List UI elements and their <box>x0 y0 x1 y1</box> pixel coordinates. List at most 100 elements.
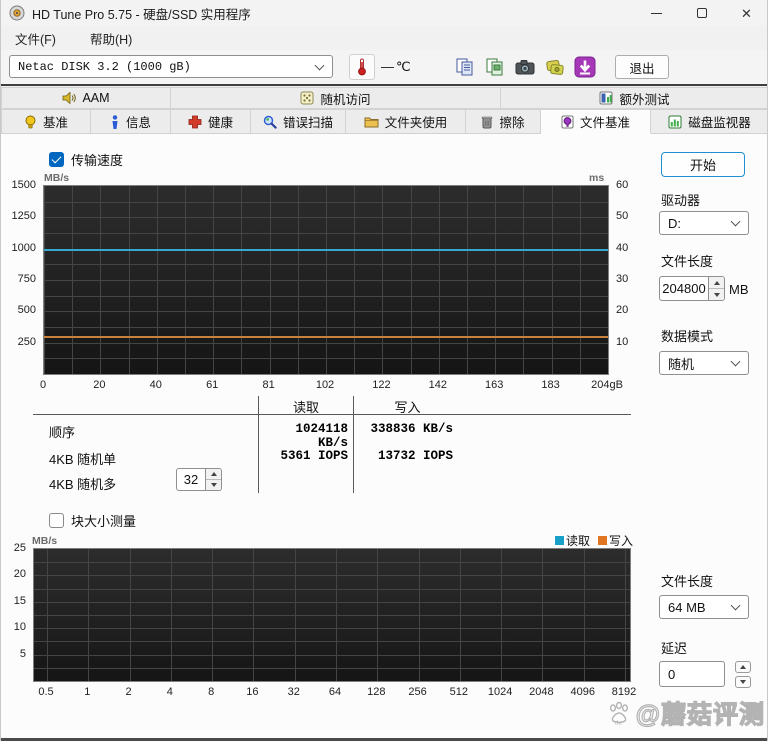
gridline <box>34 654 630 656</box>
axis-tick: 20 <box>13 568 26 581</box>
tab-aam[interactable]: AAM <box>1 87 171 109</box>
app-window: HD Tune Pro 5.75 - 硬盘/SSD 实用程序 ✕ 文件(F) 帮… <box>0 0 768 741</box>
gridline <box>128 186 130 374</box>
tab-disk-monitor[interactable]: 磁盘监视器 <box>651 109 767 134</box>
drive-dropdown[interactable]: D: <box>659 211 749 235</box>
drive-label: 驱动器 <box>661 193 701 208</box>
toolbar: Netac DISK 3.2 (1000 gB) —℃ 退出 <box>1 50 767 84</box>
extra-test-icon <box>599 91 613 105</box>
download-icon <box>574 56 596 78</box>
block-size-checkbox-row: 块大小测量 <box>49 511 136 530</box>
delay-input[interactable]: 0 <box>659 661 725 687</box>
copy-image-button[interactable] <box>483 55 507 79</box>
copy-text-icon <box>456 58 473 76</box>
queue-depth-stepper[interactable]: 32 <box>176 468 222 491</box>
chart2-y-axis-title: MB/s <box>32 535 58 547</box>
block-file-length-dropdown[interactable]: 64 MB <box>659 595 749 619</box>
gridline <box>297 186 299 374</box>
axis-tick: 122 <box>372 379 391 391</box>
file-benchmark-panel: 传输速度 MB/s ms 1500 1250 1000 750 500 250 60 50 4… <box>1 134 767 738</box>
sequential-write-value: 338836 KB/s <box>370 422 453 436</box>
axis-tick: 163 <box>485 379 504 391</box>
axis-tick: 10 <box>616 335 629 348</box>
delay-label: 延迟 <box>661 641 688 656</box>
error-scan-icon <box>263 115 277 129</box>
file-length-up-button[interactable] <box>709 277 724 288</box>
axis-tick: 250 <box>17 335 36 348</box>
random-single-read-value: 5361 IOPS <box>280 449 348 463</box>
axis-tick: 512 <box>449 686 469 698</box>
delay-down-button[interactable] <box>735 676 751 688</box>
drive-select[interactable]: Netac DISK 3.2 (1000 gB) <box>9 55 333 78</box>
menu-help[interactable]: 帮助(H) <box>86 27 136 50</box>
axis-tick: 15 <box>13 594 26 607</box>
arrow-down-icon <box>210 483 217 487</box>
transfer-speed-label: 传输速度 <box>71 153 124 168</box>
tab-erase[interactable]: 擦除 <box>466 109 541 134</box>
menu-bar: 文件(F) 帮助(H) <box>1 26 767 50</box>
exit-button[interactable]: 退出 <box>615 55 669 79</box>
copy-image-icon <box>486 58 503 76</box>
gridline <box>47 549 48 681</box>
gridline <box>326 186 327 374</box>
temperature-button[interactable] <box>349 54 375 80</box>
axis-tick: 0.5 <box>38 686 54 698</box>
delay-stepper <box>735 661 751 688</box>
erase-icon <box>482 116 493 128</box>
tab-label: 文件夹使用 <box>384 116 448 130</box>
minimize-button[interactable] <box>634 0 679 26</box>
block-size-checkbox[interactable] <box>49 513 64 528</box>
file-length-value[interactable]: 204800 <box>659 276 709 301</box>
axis-tick: 10 <box>13 621 26 634</box>
gridline <box>523 186 525 374</box>
gridline <box>88 549 90 681</box>
download-button[interactable] <box>573 55 597 79</box>
thermometer-icon <box>358 58 366 76</box>
tab-random-access[interactable]: 随机访问 <box>171 87 501 109</box>
start-button[interactable]: 开始 <box>661 152 745 177</box>
gridline <box>583 549 585 681</box>
maximize-icon <box>696 8 707 18</box>
queue-depth-up-button[interactable] <box>206 469 221 479</box>
series-line-写入 <box>44 336 608 339</box>
watermark: du @蘑菇评测 <box>606 695 765 731</box>
file-length-down-button[interactable] <box>709 288 724 300</box>
tab-folder-usage[interactable]: 文件夹使用 <box>346 109 466 134</box>
transfer-speed-checkbox[interactable] <box>49 152 64 167</box>
close-button[interactable]: ✕ <box>724 0 767 26</box>
tab-label: 信息 <box>125 116 151 130</box>
block-size-label: 块大小测量 <box>71 514 137 529</box>
tab-file-benchmark[interactable]: 文件基准 <box>541 109 651 134</box>
axis-tick: 81 <box>262 379 275 391</box>
file-length-stepper[interactable]: 204800 <box>659 276 725 301</box>
chevron-down-icon <box>314 60 325 70</box>
axis-tick: 64 <box>328 686 342 698</box>
gridline <box>467 186 468 374</box>
tab-error-scan[interactable]: 错误扫描 <box>251 109 346 134</box>
tab-extra-tests[interactable]: 额外测试 <box>501 87 767 109</box>
screenshot-button[interactable] <box>513 55 537 79</box>
chart1-y2-axis-title: ms <box>589 172 605 184</box>
menu-file[interactable]: 文件(F) <box>11 27 60 50</box>
chevron-down-icon <box>730 356 741 367</box>
gridline <box>100 186 102 374</box>
queue-depth-value[interactable]: 32 <box>176 468 206 491</box>
axis-tick: 20 <box>616 304 629 317</box>
tab-health[interactable]: 健康 <box>171 109 251 134</box>
axis-tick: 4096 <box>570 686 595 698</box>
maximize-button[interactable] <box>679 0 724 26</box>
data-mode-dropdown[interactable]: 随机 <box>659 351 749 375</box>
queue-depth-down-button[interactable] <box>206 479 221 490</box>
arrow-down-icon <box>740 680 746 684</box>
tab-info[interactable]: 信息 <box>91 109 171 134</box>
tab-label: 健康 <box>207 116 233 130</box>
arrow-up-icon <box>713 280 720 285</box>
series-line-读取 <box>44 248 608 251</box>
save-results-button[interactable] <box>543 55 567 79</box>
axis-tick: 30 <box>616 273 629 285</box>
column-header-read: 读取 <box>292 400 319 415</box>
axis-tick: 1500 <box>11 179 36 191</box>
tab-benchmark[interactable]: 基准 <box>1 109 91 134</box>
copy-text-button[interactable] <box>453 55 477 79</box>
delay-up-button[interactable] <box>735 661 751 673</box>
